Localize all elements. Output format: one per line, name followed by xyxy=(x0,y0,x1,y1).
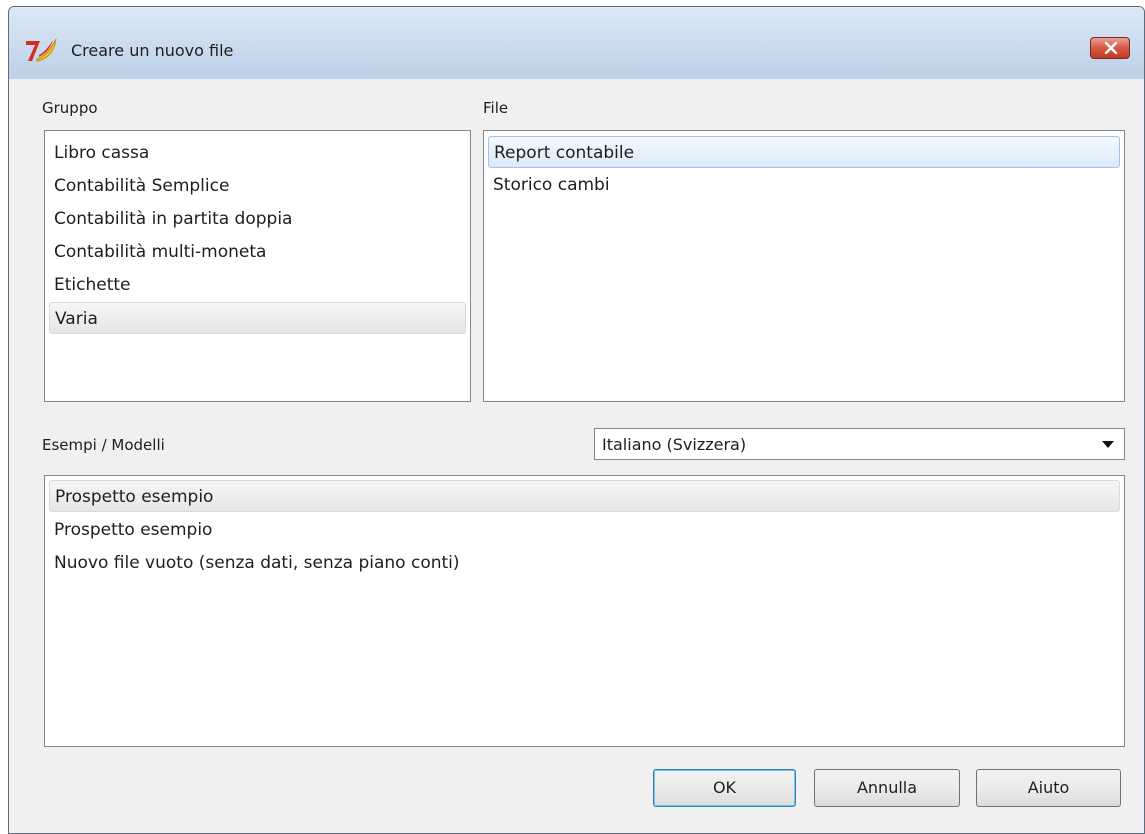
title-bar: Creare un nuovo file xyxy=(9,7,1144,79)
cancel-button[interactable]: Annulla xyxy=(814,769,960,807)
template-item-selected[interactable]: Prospetto esempio xyxy=(49,480,1120,512)
template-item[interactable]: Nuovo file vuoto (senza dati, senza pian… xyxy=(49,547,1120,579)
group-item[interactable]: Libro cassa xyxy=(49,137,466,169)
template-item[interactable]: Prospetto esempio xyxy=(49,514,1120,546)
language-select[interactable]: Italiano (Svizzera) xyxy=(594,428,1125,460)
help-button[interactable]: Aiuto xyxy=(976,769,1121,807)
templates-list[interactable]: Prospetto esempio Prospetto esempio Nuov… xyxy=(44,475,1125,747)
file-item-selected[interactable]: Report contabile xyxy=(488,136,1120,168)
close-button[interactable] xyxy=(1090,37,1130,59)
group-item[interactable]: Contabilità Semplice xyxy=(49,170,466,202)
language-value: Italiano (Svizzera) xyxy=(602,435,747,454)
ok-button[interactable]: OK xyxy=(653,769,796,807)
group-item-selected[interactable]: Varia xyxy=(49,302,466,334)
file-label: File xyxy=(483,99,509,117)
banana-app-icon xyxy=(23,37,61,63)
group-label: Gruppo xyxy=(42,99,98,117)
window-title: Creare un nuovo file xyxy=(71,41,234,60)
dropdown-arrow-icon xyxy=(1102,441,1114,448)
dialog-body: Gruppo File Libro cassa Contabilità Semp… xyxy=(9,79,1144,833)
file-list[interactable]: Report contabile Storico cambi xyxy=(483,130,1125,402)
group-list[interactable]: Libro cassa Contabilità Semplice Contabi… xyxy=(44,130,471,402)
templates-label: Esempi / Modelli xyxy=(42,436,165,454)
group-item[interactable]: Contabilità multi-moneta xyxy=(49,236,466,268)
file-item[interactable]: Storico cambi xyxy=(488,169,1120,201)
group-item[interactable]: Contabilità in partita doppia xyxy=(49,203,466,235)
group-item[interactable]: Etichette xyxy=(49,269,466,301)
new-file-dialog: Creare un nuovo file Gruppo File Libro c… xyxy=(8,6,1145,834)
